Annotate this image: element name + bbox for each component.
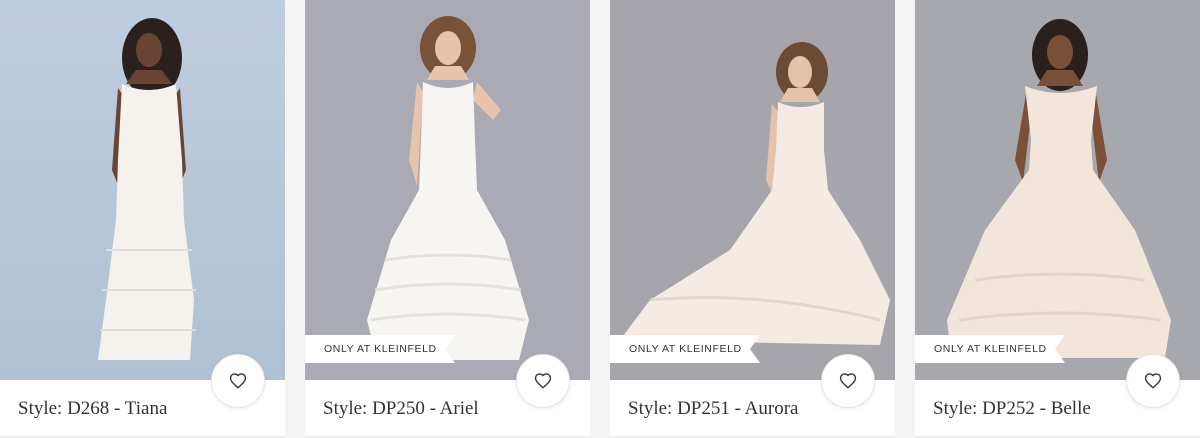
product-style-label[interactable]: Style: DP250 - Ariel [323,398,479,420]
exclusive-badge: ONLY AT KLEINFELD [305,335,455,363]
dress-photo-illustration [915,0,1200,380]
product-photo[interactable] [305,0,590,380]
favorite-button[interactable] [211,354,265,408]
product-grid: Style: D268 - Tiana ONLY AT KLEINFELD St… [0,0,1200,438]
product-card[interactable]: ONLY AT KLEINFELD Style: DP250 - Ariel [305,0,590,438]
product-photo[interactable] [0,0,285,380]
favorite-button[interactable] [516,354,570,408]
dress-photo-illustration [0,0,285,380]
product-photo[interactable] [915,0,1200,380]
heart-outline-icon [1144,373,1162,389]
product-card[interactable]: ONLY AT KLEINFELD Style: DP251 - Aurora [610,0,895,438]
heart-outline-icon [534,373,552,389]
heart-outline-icon [839,373,857,389]
product-card[interactable]: Style: D268 - Tiana [0,0,285,438]
dress-photo-illustration [610,0,895,380]
product-photo[interactable] [610,0,895,380]
favorite-button[interactable] [821,354,875,408]
exclusive-badge: ONLY AT KLEINFELD [610,335,760,363]
product-style-label[interactable]: Style: DP252 - Belle [933,398,1091,420]
heart-outline-icon [229,373,247,389]
product-style-label[interactable]: Style: DP251 - Aurora [628,398,798,420]
product-card[interactable]: ONLY AT KLEINFELD Style: DP252 - Belle [915,0,1200,438]
dress-photo-illustration [305,0,590,380]
product-style-label[interactable]: Style: D268 - Tiana [18,398,167,420]
exclusive-badge: ONLY AT KLEINFELD [915,335,1065,363]
favorite-button[interactable] [1126,354,1180,408]
